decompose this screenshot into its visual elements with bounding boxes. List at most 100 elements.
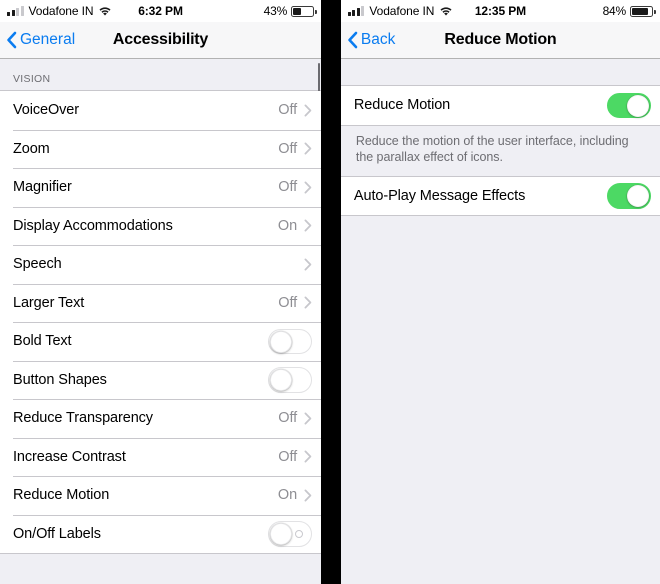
left-status-bar: Vodafone IN 6:32 PM 43% [0, 0, 322, 22]
row-label: Zoom [13, 140, 50, 157]
row-value: On [277, 487, 298, 504]
toggle-knob [270, 369, 293, 391]
row-accessory: Off [278, 410, 312, 426]
row-value: Off [278, 102, 298, 119]
dual-screenshot-stage: Vodafone IN 6:32 PM 43% General Accessib… [0, 0, 660, 584]
table-row[interactable]: On/Off Labels [0, 514, 322, 553]
table-row[interactable]: Reduce Motion On [0, 476, 322, 515]
chevron-left-icon [347, 31, 358, 49]
row-accessory [268, 328, 313, 354]
table-row[interactable]: Bold Text [0, 322, 322, 361]
toggle-knob [627, 94, 649, 117]
row-label: Display Accommodations [13, 217, 173, 234]
row-accessory [304, 258, 312, 271]
battery-icon [291, 5, 317, 17]
row-accessory [268, 521, 313, 547]
left-phone-screen: Vodafone IN 6:32 PM 43% General Accessib… [0, 0, 322, 584]
row-label: Magnifier [13, 179, 72, 196]
row-accessory: Off [278, 449, 312, 465]
vision-settings-list: VoiceOver Off Zoom Off Magnifier Off Display A… [0, 90, 322, 554]
chevron-left-icon [6, 31, 17, 49]
wifi-icon [439, 6, 453, 17]
toggle-switch[interactable] [607, 183, 651, 209]
table-row[interactable]: Auto-Play Message Effects [340, 176, 660, 216]
row-accessory [268, 367, 313, 393]
off-label-icon [295, 529, 304, 538]
left-status-right: 43% [263, 4, 317, 18]
table-row[interactable]: Increase Contrast Off [0, 437, 322, 476]
left-status-left: Vodafone IN [7, 4, 112, 18]
chevron-right-icon [304, 489, 312, 502]
table-row[interactable]: Reduce Motion [340, 86, 660, 125]
table-row[interactable]: Zoom Off [0, 129, 322, 168]
row-label: Button Shapes [13, 371, 107, 388]
toggle-knob [270, 523, 293, 545]
battery-percent-label: 43% [263, 4, 288, 18]
left-nav-bar: General Accessibility [0, 22, 322, 59]
row-accessory: On [278, 487, 312, 503]
chevron-right-icon [304, 142, 312, 155]
back-button-label: General [20, 31, 76, 48]
battery-icon [630, 5, 656, 17]
cellular-signal-icon [347, 6, 365, 16]
right-phone-screen: Vodafone IN 12:35 PM 84% Back Reduce Mot… [340, 0, 660, 584]
row-accessory: Off [278, 141, 312, 157]
back-button[interactable]: Back [341, 31, 395, 49]
top-group-spacer [341, 59, 660, 85]
row-value: Off [278, 294, 298, 311]
row-accessory: On [278, 218, 312, 234]
row-accessory: Off [278, 179, 312, 195]
right-status-right: 84% [602, 4, 656, 18]
chevron-right-icon [304, 450, 312, 463]
back-button-label: Back [360, 31, 396, 48]
cellular-signal-icon [7, 6, 24, 16]
table-row[interactable]: Button Shapes [0, 360, 322, 399]
row-label: Larger Text [13, 294, 85, 311]
battery-percent-label: 84% [602, 4, 627, 18]
row-label: Bold Text [13, 333, 72, 350]
carrier-label: Vodafone IN [369, 4, 435, 18]
back-button-general[interactable]: General [0, 31, 75, 49]
row-label: Reduce Motion [353, 97, 451, 114]
row-value: Off [278, 410, 298, 427]
table-row[interactable]: VoiceOver Off [0, 91, 322, 130]
reduce-motion-footer-note: Reduce the motion of the user interface,… [355, 133, 629, 165]
row-accessory: Off [278, 102, 312, 118]
row-value: On [277, 217, 298, 234]
right-status-left: Vodafone IN [347, 4, 453, 18]
row-label: Reduce Transparency [13, 410, 153, 427]
right-settings-list-container: Reduce Motion Reduce the motion of the u… [340, 59, 660, 584]
table-row[interactable]: Display Accommodations On [0, 206, 322, 245]
chevron-right-icon [304, 258, 312, 271]
row-label: Auto-Play Message Effects [353, 188, 526, 204]
row-label: VoiceOver [13, 102, 79, 119]
chevron-right-icon [304, 181, 312, 194]
toggle-switch[interactable] [268, 328, 313, 354]
carrier-label: Vodafone IN [28, 4, 94, 18]
toggle-switch[interactable] [268, 521, 313, 547]
row-label: Increase Contrast [13, 448, 126, 465]
toggle-switch[interactable] [607, 92, 651, 118]
chevron-right-icon [304, 104, 312, 117]
screen-divider [321, 0, 331, 584]
row-accessory [607, 92, 651, 118]
row-value: Off [278, 140, 298, 157]
section-header-vision: VISION [13, 73, 51, 85]
toggle-switch[interactable] [268, 367, 313, 393]
autoplay-effects-list: Auto-Play Message Effects [340, 175, 660, 217]
table-row[interactable]: Reduce Transparency Off [0, 399, 322, 438]
table-row[interactable]: Larger Text Off [0, 283, 322, 322]
left-settings-list-container[interactable]: VISION VoiceOver Off Zoom Off Magnifier Off Di… [0, 59, 322, 584]
right-status-bar: Vodafone IN 12:35 PM 84% [340, 0, 660, 22]
row-label: On/Off Labels [13, 525, 101, 542]
row-accessory [607, 183, 651, 209]
row-label: Speech [13, 256, 62, 273]
table-row[interactable]: Magnifier Off [0, 168, 322, 207]
reduce-motion-list: Reduce Motion [340, 85, 660, 126]
chevron-right-icon [304, 412, 312, 425]
right-nav-bar: Back Reduce Motion [340, 22, 660, 59]
toggle-knob [627, 185, 649, 208]
table-row[interactable]: Speech [0, 245, 322, 284]
row-accessory: Off [278, 295, 312, 311]
toggle-knob [270, 330, 293, 353]
